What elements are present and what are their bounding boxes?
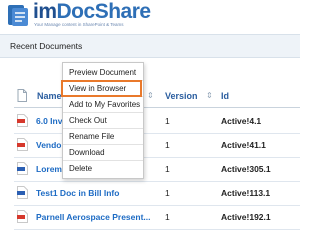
column-header-id[interactable]: Id xyxy=(221,91,229,101)
highlight-box xyxy=(61,80,142,97)
table-row[interactable]: Lorem ip 1 Active!305.1 xyxy=(14,158,300,182)
word-file-icon xyxy=(17,162,28,175)
document-id: Active!113.1 xyxy=(221,188,271,198)
row-divider xyxy=(14,229,300,230)
document-id: Active!41.1 xyxy=(221,140,266,150)
brand-tagline: Your Manage content in SharePoint & Team… xyxy=(34,22,124,27)
menu-item-rename-file[interactable]: Rename File xyxy=(63,129,143,145)
sort-icon[interactable]: ⇕ xyxy=(147,91,154,100)
document-version: 1 xyxy=(165,212,170,222)
pdf-file-icon xyxy=(17,210,28,223)
logo-icon xyxy=(8,5,28,26)
document-name-link[interactable]: Vendor xyxy=(36,140,65,150)
document-version: 1 xyxy=(165,188,170,198)
row-divider xyxy=(14,205,300,206)
row-divider xyxy=(14,133,300,134)
word-file-icon xyxy=(17,186,28,199)
menu-item-delete[interactable]: Delete xyxy=(63,161,143,177)
document-name-link[interactable]: Test1 Doc in Bill Info xyxy=(36,188,119,198)
breadcrumb-bar: Recent Documents xyxy=(0,34,300,58)
menu-item-download[interactable]: Download xyxy=(63,145,143,161)
table-row[interactable]: 6.0 Inve 1 Active!4.1 xyxy=(14,110,300,134)
document-version: 1 xyxy=(165,164,170,174)
pdf-file-icon xyxy=(17,114,28,127)
brand-name: imDocShare xyxy=(33,0,151,23)
menu-item-check-out[interactable]: Check Out xyxy=(63,113,143,129)
sort-icon[interactable]: ⇕ xyxy=(206,91,213,100)
table-row[interactable]: Parnell Aerospace Present... 1 Active!19… xyxy=(14,206,300,230)
document-version: 1 xyxy=(165,116,170,126)
document-id: Active!305.1 xyxy=(221,164,271,174)
table-row[interactable]: Test1 Doc in Bill Info 1 Active!113.1 xyxy=(14,182,300,206)
file-type-icon xyxy=(17,89,27,102)
document-id: Active!192.1 xyxy=(221,212,271,222)
pdf-file-icon xyxy=(17,138,28,151)
column-header-version[interactable]: Version xyxy=(165,91,198,101)
table-header: Name ⇕ Version ⇕ Id xyxy=(14,86,300,108)
document-version: 1 xyxy=(165,140,170,150)
menu-item-preview-document[interactable]: Preview Document xyxy=(63,65,143,81)
document-name-link[interactable]: Parnell Aerospace Present... xyxy=(36,212,151,222)
table-row[interactable]: Vendor 1 Active!41.1 xyxy=(14,134,300,158)
breadcrumb[interactable]: Recent Documents xyxy=(10,41,82,51)
document-id: Active!4.1 xyxy=(221,116,262,126)
row-divider xyxy=(14,157,300,158)
app-header: imDocShare Your Manage content in ShareP… xyxy=(0,0,300,34)
column-header-name[interactable]: Name xyxy=(37,91,62,101)
menu-item-add-to-favorites[interactable]: Add to My Favorites xyxy=(63,97,143,113)
row-divider xyxy=(14,181,300,182)
